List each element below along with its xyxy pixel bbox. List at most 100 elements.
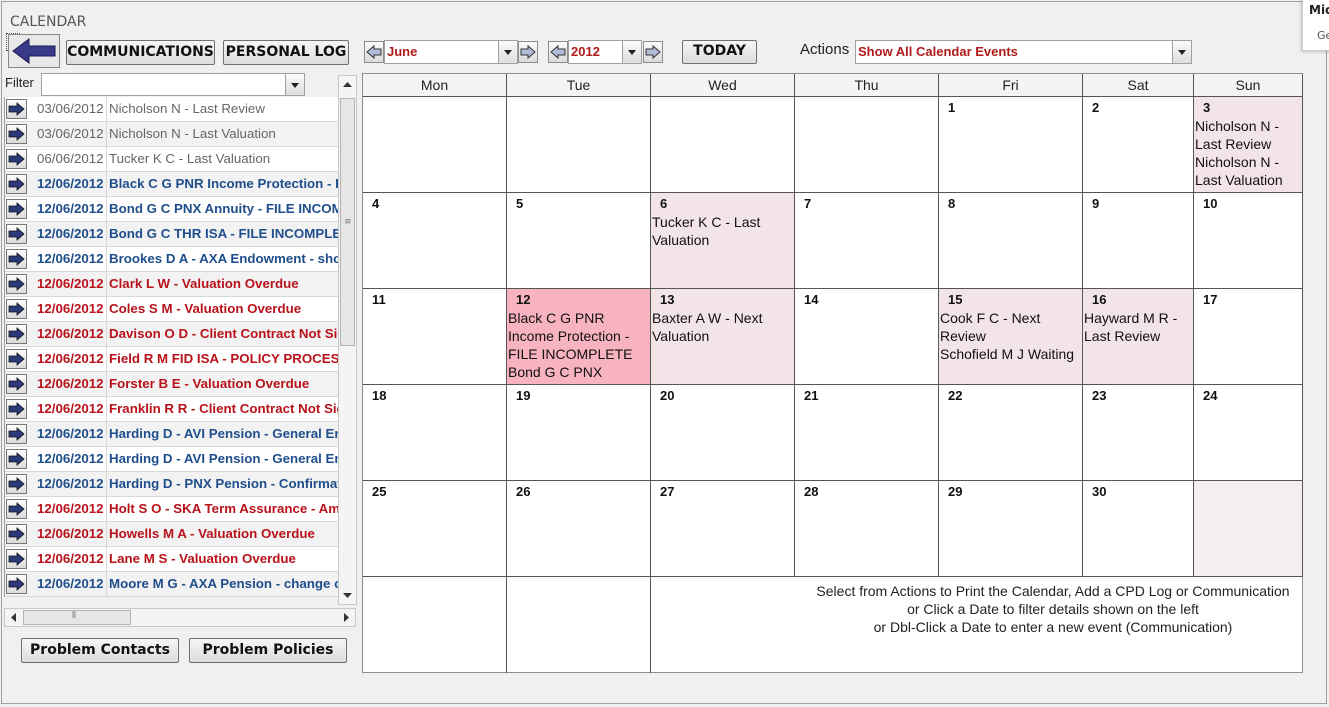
list-horizontal-scrollbar[interactable]: ⦀ — [4, 608, 356, 627]
list-item[interactable]: 12/06/2012 Coles S M - Valuation Overdue — [5, 297, 339, 322]
back-button[interactable] — [8, 34, 60, 68]
go-to-arrow-icon[interactable] — [6, 549, 27, 569]
go-to-arrow-icon[interactable] — [6, 249, 27, 269]
calendar-event[interactable]: Nicholson N - Last Valuation — [1195, 153, 1300, 189]
go-to-arrow-icon[interactable] — [6, 574, 27, 594]
calendar-event[interactable]: Bond G C PNX Annuity - FILE INCOMPLETE — [508, 363, 648, 384]
month-select[interactable]: June — [384, 40, 518, 64]
calendar-day-cell[interactable]: 12 Black C G PNR Income Protection - FILE… — [507, 289, 651, 385]
calendar-event[interactable]: Black C G PNR Income Protection - FILE I… — [508, 309, 648, 363]
calendar-day-cell[interactable] — [795, 97, 939, 193]
go-to-arrow-icon[interactable] — [6, 124, 27, 144]
calendar-day-cell[interactable] — [651, 97, 795, 193]
list-item[interactable]: 12/06/2012 Holt S O - SKA Term Assurance … — [5, 497, 339, 522]
calendar-day-cell[interactable]: 30 — [1083, 481, 1194, 577]
calendar-day-cell[interactable]: 21 — [795, 385, 939, 481]
go-to-arrow-icon[interactable] — [6, 374, 27, 394]
go-to-arrow-icon[interactable] — [6, 474, 27, 494]
chevron-down-icon[interactable] — [1172, 41, 1191, 63]
scroll-thumb[interactable]: ≡ — [340, 98, 355, 346]
calendar-day-cell[interactable]: 19 — [507, 385, 651, 481]
filter-select[interactable] — [41, 73, 305, 96]
calendar-day-cell[interactable]: 28 — [795, 481, 939, 577]
go-to-arrow-icon[interactable] — [6, 274, 27, 294]
go-to-arrow-icon[interactable] — [6, 299, 27, 319]
calendar-day-cell[interactable]: 17 — [1194, 289, 1303, 385]
year-select[interactable]: 2012 — [568, 40, 642, 64]
go-to-arrow-icon[interactable] — [6, 224, 27, 244]
go-to-arrow-icon[interactable] — [6, 324, 27, 344]
prev-month-button[interactable] — [364, 41, 384, 63]
list-item[interactable]: 12/06/2012 Moore M G - AXA Pension - chan… — [5, 572, 339, 597]
calendar-day-cell[interactable]: 7 — [795, 193, 939, 289]
calendar-event[interactable]: Cook F C - Next Review — [940, 309, 1080, 345]
calendar-day-cell[interactable]: 18 — [363, 385, 507, 481]
calendar-day-cell[interactable]: 20 — [651, 385, 795, 481]
calendar-day-cell[interactable]: 6 Tucker K C - Last Valuation — [651, 193, 795, 289]
calendar-day-cell[interactable]: 5 — [507, 193, 651, 289]
list-item[interactable]: 12/06/2012 Clark L W - Valuation Overdue — [5, 272, 339, 297]
go-to-arrow-icon[interactable] — [6, 149, 27, 169]
calendar-day-cell[interactable]: 4 — [363, 193, 507, 289]
list-item[interactable]: 12/06/2012 Forster B E - Valuation Overdu… — [5, 372, 339, 397]
calendar-day-cell[interactable]: 25 — [363, 481, 507, 577]
calendar-day-cell[interactable]: 29 — [939, 481, 1083, 577]
go-to-arrow-icon[interactable] — [6, 174, 27, 194]
calendar-event[interactable]: Hayward M R - Last Review — [1084, 309, 1191, 345]
list-item[interactable]: 06/06/2012 Tucker K C - Last Valuation — [5, 147, 339, 172]
calendar-day-cell[interactable]: 16 Hayward M R - Last Review — [1083, 289, 1194, 385]
calendar-day-cell[interactable] — [363, 97, 507, 193]
go-to-arrow-icon[interactable] — [6, 399, 27, 419]
personal-log-button[interactable]: PERSONAL LOG — [223, 40, 349, 65]
list-item[interactable]: 12/06/2012 Field R M FID ISA - POLICY PRO… — [5, 347, 339, 372]
go-to-arrow-icon[interactable] — [6, 424, 27, 444]
calendar-day-cell[interactable]: 10 — [1194, 193, 1303, 289]
problem-policies-button[interactable]: Problem Policies — [189, 638, 347, 663]
calendar-day-cell[interactable]: 9 — [1083, 193, 1194, 289]
list-item[interactable]: 12/06/2012 Harding D - PNX Pension - Conf… — [5, 472, 339, 497]
list-item[interactable]: 12/06/2012 Black C G PNR Income Protectio… — [5, 172, 339, 197]
calendar-day-cell[interactable]: 14 — [795, 289, 939, 385]
today-button[interactable]: TODAY — [682, 40, 757, 64]
list-item[interactable]: 12/06/2012 Lane M S - Valuation Overdue — [5, 547, 339, 572]
calendar-day-cell[interactable]: 8 — [939, 193, 1083, 289]
go-to-arrow-icon[interactable] — [6, 199, 27, 219]
calendar-event[interactable]: Tucker K C - Last Valuation — [652, 213, 792, 249]
next-year-button[interactable] — [643, 41, 663, 63]
list-item[interactable]: 03/06/2012 Nicholson N - Last Valuation — [5, 122, 339, 147]
list-item[interactable]: 12/06/2012 Franklin R R - Client Contract… — [5, 397, 339, 422]
calendar-day-cell[interactable]: 1 — [939, 97, 1083, 193]
scroll-thumb[interactable]: ⦀ — [23, 610, 131, 625]
calendar-day-cell[interactable]: 24 — [1194, 385, 1303, 481]
calendar-day-cell[interactable]: 15 Cook F C - Next Review Schofield M J Wa… — [939, 289, 1083, 385]
calendar-event[interactable]: Baxter A W - Next Valuation — [652, 309, 792, 345]
go-to-arrow-icon[interactable] — [6, 99, 27, 119]
list-item[interactable]: 12/06/2012 Davison O D - Client Contract … — [5, 322, 339, 347]
calendar-day-cell[interactable] — [1194, 481, 1303, 577]
calendar-day-cell[interactable]: 22 — [939, 385, 1083, 481]
scroll-right-icon[interactable] — [339, 610, 354, 625]
problem-contacts-button[interactable]: Problem Contacts — [21, 638, 179, 663]
actions-select[interactable]: Show All Calendar Events — [855, 40, 1192, 64]
chevron-down-icon[interactable] — [498, 41, 517, 63]
list-item[interactable]: 12/06/2012 Bond G C THR ISA - FILE INCOMP… — [5, 222, 339, 247]
calendar-day-cell[interactable]: 3 Nicholson N - Last Review Nicholson N - … — [1194, 97, 1303, 193]
list-item[interactable]: 12/06/2012 Bond G C PNX Annuity - FILE IN… — [5, 197, 339, 222]
list-item[interactable]: 12/06/2012 Harding D - AVI Pension - Gene… — [5, 447, 339, 472]
calendar-event[interactable]: Nicholson N - Last Review — [1195, 117, 1300, 153]
go-to-arrow-icon[interactable] — [6, 499, 27, 519]
chevron-down-icon[interactable] — [622, 41, 641, 63]
go-to-arrow-icon[interactable] — [6, 349, 27, 369]
scroll-down-icon[interactable] — [339, 587, 356, 604]
calendar-day-cell[interactable]: 27 — [651, 481, 795, 577]
go-to-arrow-icon[interactable] — [6, 524, 27, 544]
calendar-day-cell[interactable]: 26 — [507, 481, 651, 577]
calendar-day-cell[interactable] — [507, 97, 651, 193]
list-item[interactable]: 03/06/2012 Nicholson N - Last Review — [5, 97, 339, 122]
list-vertical-scrollbar[interactable]: ≡ — [338, 75, 357, 605]
next-month-button[interactable] — [518, 41, 538, 63]
scroll-left-icon[interactable] — [6, 610, 21, 625]
calendar-day-cell[interactable]: 11 — [363, 289, 507, 385]
chevron-down-icon[interactable] — [285, 74, 304, 95]
list-item[interactable]: 12/06/2012 Howells M A - Valuation Overdu… — [5, 522, 339, 547]
